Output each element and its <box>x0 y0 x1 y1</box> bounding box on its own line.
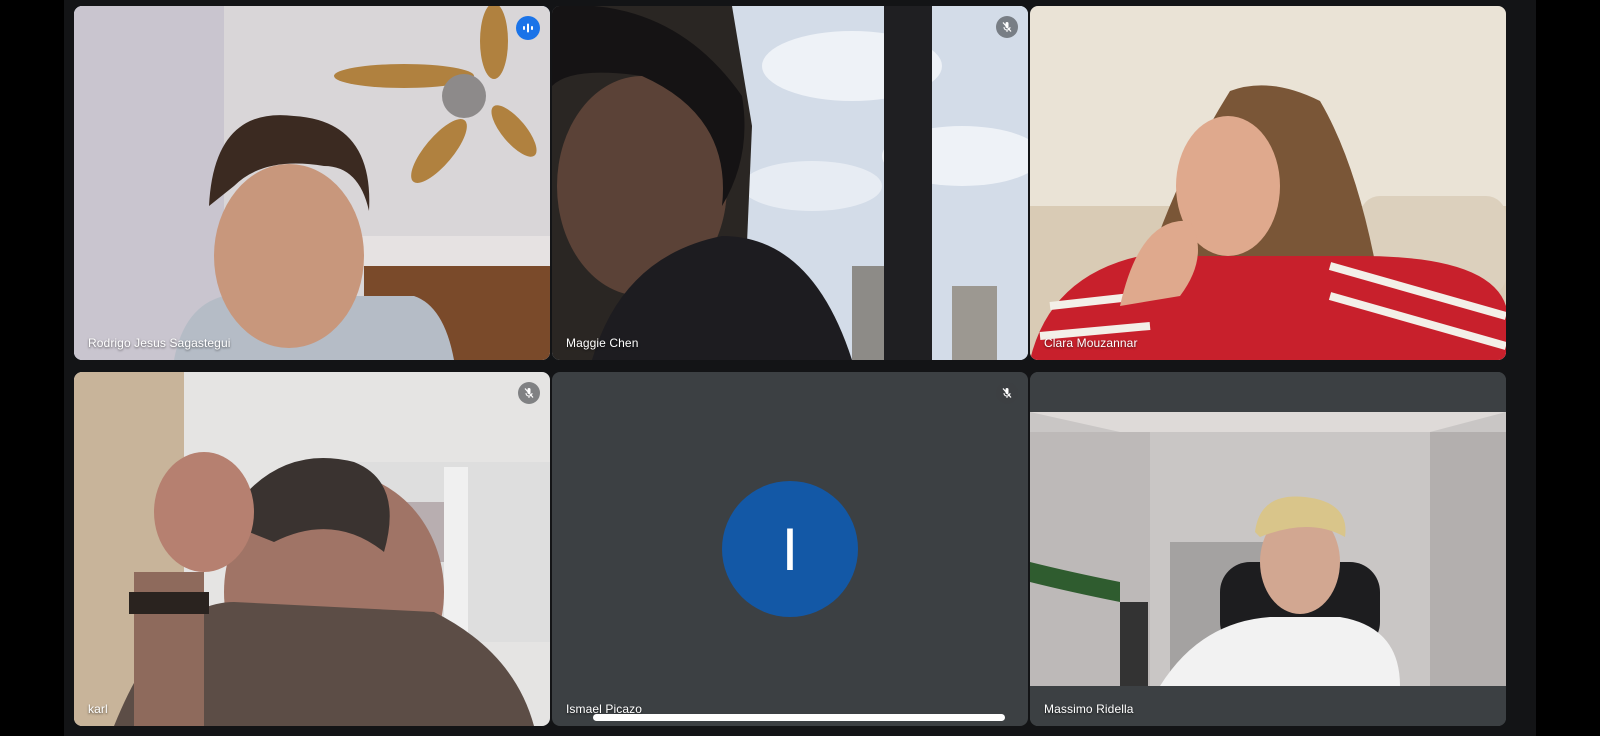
participant-tile-ismael[interactable]: I Ismael Picazo <box>552 372 1028 726</box>
participant-tile-massimo[interactable]: Massimo Ridella <box>1030 372 1506 726</box>
participant-name: karl <box>88 702 108 716</box>
mic-off-icon <box>524 388 534 398</box>
participant-video <box>74 6 550 360</box>
participant-video <box>1030 6 1506 360</box>
speaking-icon <box>523 23 533 33</box>
participant-name: Clara Mouzannar <box>1044 336 1138 350</box>
muted-indicator <box>996 382 1018 404</box>
home-indicator[interactable] <box>593 714 1005 721</box>
muted-indicator <box>996 16 1018 38</box>
participant-name: Maggie Chen <box>566 336 639 350</box>
participant-name: Massimo Ridella <box>1044 702 1134 716</box>
muted-indicator <box>518 382 540 404</box>
participant-tile-clara[interactable]: Clara Mouzannar <box>1030 6 1506 360</box>
mic-off-icon <box>1002 388 1012 398</box>
participant-tile-karl[interactable]: karl <box>74 372 550 726</box>
participant-tile-maggie[interactable]: Maggie Chen <box>552 6 1028 360</box>
participant-video <box>74 372 550 726</box>
avatar: I <box>722 481 858 617</box>
speaking-indicator <box>516 16 540 40</box>
participant-video <box>552 6 1028 360</box>
meeting-grid: Rodrigo Jesus Sagastegui Maggie Chen Cla… <box>64 0 1536 736</box>
participant-video <box>1030 372 1506 726</box>
participant-name: Rodrigo Jesus Sagastegui <box>88 336 231 350</box>
mic-off-icon <box>1002 22 1012 32</box>
participant-tile-rodrigo[interactable]: Rodrigo Jesus Sagastegui <box>74 6 550 360</box>
